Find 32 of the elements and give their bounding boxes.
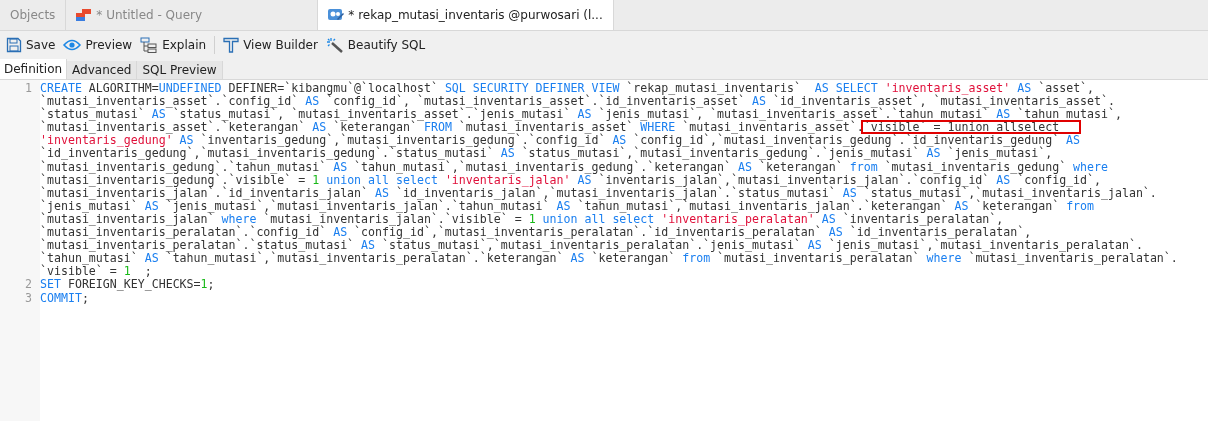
editor-tab[interactable]: * rekap_mutasi_inventaris @purwosari (l...: [318, 0, 614, 30]
toolbar-button[interactable]: Preview: [59, 38, 137, 52]
code-line: `mutasi_inventaris_asset`.`config_id` AS `config_id`, `mutasi_inventaris_asset`.`id_inventaris_asset` AS `id_inventaris_asset`, `mutasi_inventaris_asset`.: [40, 95, 1115, 109]
toolbar-button[interactable]: Beautify SQL: [321, 37, 430, 53]
magic-wand-icon: [325, 37, 344, 53]
code-line: `mutasi_inventaris_gedung`.`visible` = 1 union all select 'inventaris_jalan' AS `inventaris_jalan`,`mutasi_inventaris_jalan`.`config_id` AS `config_id`,: [40, 173, 1102, 187]
code-line: `status_mutasi` AS `status_mutasi`, `mutasi_inventaris_asset`.`jenis_mutasi` AS `jenis_mutasi`, `mutasi_inventaris_asset`.`tahun_mutasi` AS `tahun_mutasi`,: [40, 108, 1123, 122]
line-number: 2: [24, 278, 33, 292]
code-line: 'inventaris_gedung' AS `inventaris_gedung`,`mutasi_inventaris_gedung`.`config_id` AS `config_id`,`mutasi_inventaris_gedung`.`id_inventaris_gedung` AS: [40, 134, 1082, 148]
code-line: `tahun_mutasi` AS `tahun_mutasi`,`mutasi_inventaris_peralatan`.`keterangan` AS `keterangan` from `mutasi_inventaris_peralatan` where `mutasi_inventaris_peralatan`.: [40, 252, 1178, 266]
toolbar-button[interactable]: Explain: [136, 37, 211, 53]
sub-tab[interactable]: Definition: [0, 59, 68, 79]
query-icon: [76, 8, 93, 22]
code-line: `mutasi_inventaris_peralatan`.`status_mutasi` AS `status_mutasi`,`mutasi_inventaris_peralatan`.`jenis_mutasi` AS `jenis_mutasi`,`mutasi_inventaris_peralatan`.: [40, 239, 1143, 253]
diagram-icon: [140, 37, 159, 53]
line-number: 3: [24, 291, 33, 305]
toolbar-button[interactable]: Save: [2, 37, 60, 53]
view-icon: [328, 8, 345, 22]
code-line: `id_inventaris_gedung`,`mutasi_inventaris_gedung`.`status_mutasi` AS `status_mutasi`,`mutasi_inventaris_gedung`.`jenis_mutasi` AS `jenis_mutasi`,: [40, 147, 1053, 161]
sub-tab[interactable]: Advanced: [67, 61, 138, 79]
code-line: `visible` = 1 ;: [40, 265, 153, 279]
sub-tab[interactable]: SQL Preview: [137, 61, 223, 79]
code-line: COMMIT;: [40, 291, 89, 305]
code-line: `mutasi_inventaris_gedung`.`tahun_mutasi` AS `tahun_mutasi`,`mutasi_inventaris_gedung`.`keterangan` AS `keterangan` from `mutasi_inventaris_gedung` where: [40, 160, 1109, 174]
code-line: `mutasi_inventaris_asset`.`keterangan` AS `keterangan` FROM `mutasi_inventaris_asset` WHERE `mutasi_inventaris_asset`.`visible` = 1union allselect: [40, 121, 1178, 135]
toolbar-button[interactable]: View Builder: [219, 37, 322, 53]
code-line: `mutasi_inventaris_jalan`.`id_inventaris_jalan` AS `id_inventaris_jalan`,`mutasi_inventaris_jalan`.`status_mutasi` AS `status_mutasi`,`mutasi_inventaris_jalan`.: [40, 186, 1158, 200]
line-number: 1: [24, 82, 33, 97]
eye-icon: [63, 38, 82, 52]
code-line: SET FOREIGN_KEY_CHECKS=1;: [40, 278, 215, 292]
code-line: `jenis_mutasi` AS `jenis_mutasi`,`mutasi_inventaris_jalan`.`tahun_mutasi` AS `tahun_mutasi`,`mutasi_inventaris_jalan`.`keterangan` AS `keterangan` from: [40, 199, 1095, 213]
save-icon: [6, 37, 22, 53]
